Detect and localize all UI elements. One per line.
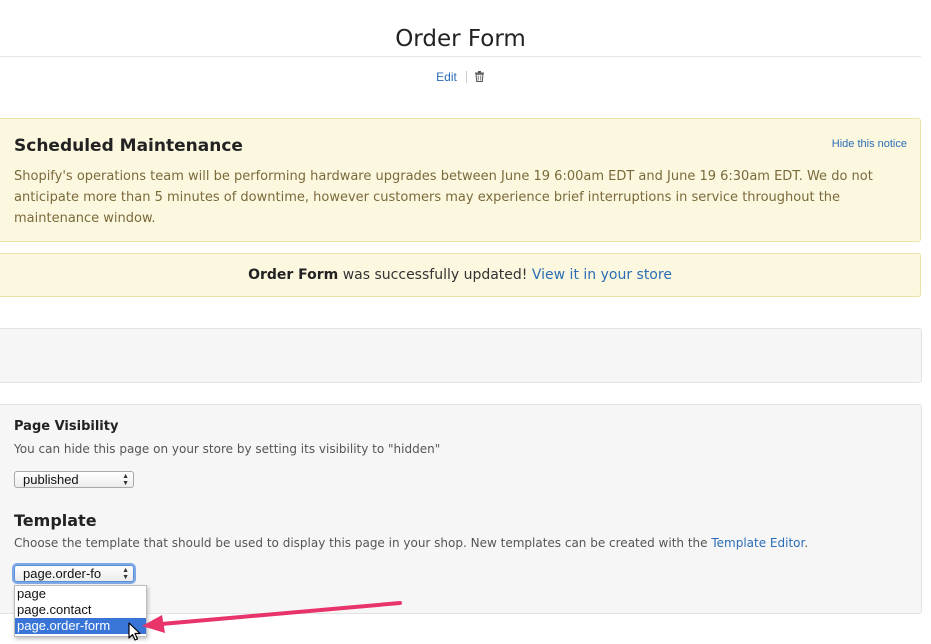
title-divider — [0, 56, 921, 57]
success-message: was successfully updated! — [338, 267, 532, 283]
notice-title: Scheduled Maintenance — [14, 136, 243, 156]
annotation-arrow-icon — [142, 601, 402, 633]
hide-notice-link[interactable]: Hide this notice — [832, 138, 907, 150]
template-description: Choose the template that should be used … — [14, 536, 808, 550]
mouse-cursor-icon — [128, 622, 141, 641]
select-arrows-icon: ▲ ▼ — [122, 473, 129, 487]
content-panel — [0, 328, 922, 383]
template-selected-value: page.order-fo — [23, 566, 102, 581]
page-title: Order Form — [395, 26, 526, 52]
visibility-description: You can hide this page on your store by … — [14, 442, 441, 456]
notice-body: Shopify's operations team will be perfor… — [14, 169, 873, 226]
template-title: Template — [14, 511, 97, 530]
visibility-select[interactable]: published ▲ ▼ — [14, 471, 134, 488]
visibility-title: Page Visibility — [14, 419, 119, 434]
maintenance-notice: Scheduled Maintenance Hide this notice S… — [0, 118, 921, 242]
template-description-text: Choose the template that should be used … — [14, 536, 712, 550]
template-select[interactable]: page.order-fo ▲ ▼ — [14, 565, 134, 582]
trash-icon[interactable] — [474, 71, 485, 85]
view-in-store-link[interactable]: View it in your store — [532, 267, 672, 283]
success-page-name: Order Form — [248, 267, 339, 283]
visibility-selected-value: published — [23, 472, 79, 487]
select-arrows-icon: ▲ ▼ — [122, 567, 129, 581]
template-description-end: . — [804, 536, 809, 550]
success-flash: Order Form was successfully updated! Vie… — [0, 253, 921, 297]
template-editor-link[interactable]: Template Editor — [711, 536, 804, 550]
edit-link[interactable]: Edit — [436, 70, 457, 84]
action-separator — [465, 71, 467, 83]
settings-panel — [0, 404, 922, 614]
page-actions: Edit — [0, 70, 921, 85]
